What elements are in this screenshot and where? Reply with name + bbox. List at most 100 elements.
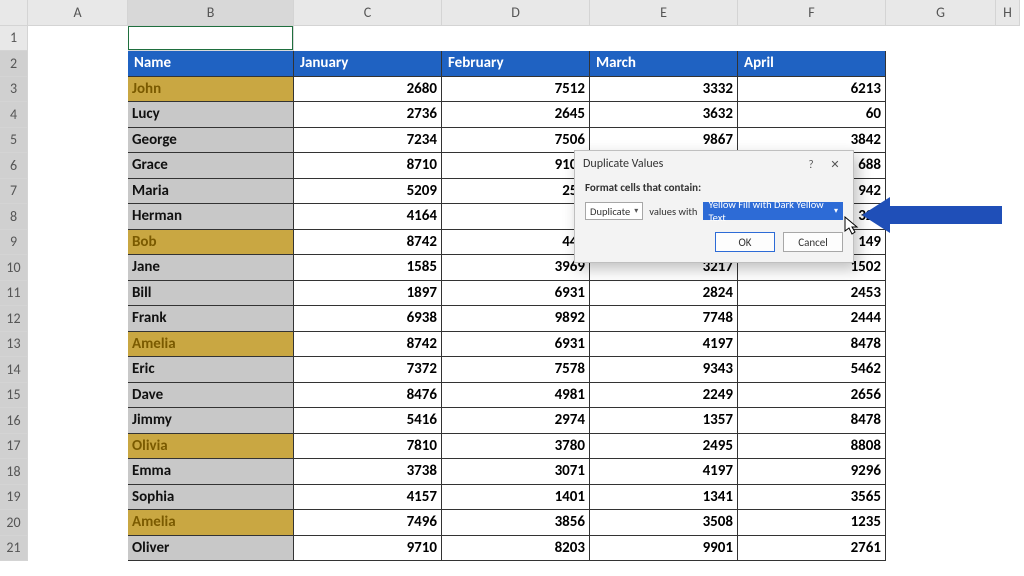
column-header-C[interactable]: C — [294, 0, 442, 26]
cell-B19[interactable]: Sophia — [128, 485, 294, 511]
cell-B18[interactable]: Emma — [128, 459, 294, 485]
cell-D10[interactable]: 3969 — [442, 255, 590, 281]
row-header-16[interactable]: 16 — [0, 408, 28, 434]
cell-H6[interactable] — [996, 153, 1020, 179]
cell-C7[interactable]: 5209 — [294, 179, 442, 205]
cell-A16[interactable] — [28, 408, 128, 434]
cell-H21[interactable] — [996, 536, 1020, 562]
cell-A15[interactable] — [28, 383, 128, 409]
cell-G15[interactable] — [886, 383, 996, 409]
table-header-march[interactable]: March — [590, 51, 738, 77]
cell-C14[interactable]: 7372 — [294, 357, 442, 383]
cell-A9[interactable] — [28, 230, 128, 256]
cell-E12[interactable]: 7748 — [590, 306, 738, 332]
cell-D5[interactable]: 7506 — [442, 128, 590, 154]
cell-A5[interactable] — [28, 128, 128, 154]
cell-B5[interactable]: George — [128, 128, 294, 154]
cell-A4[interactable] — [28, 102, 128, 128]
row-header-8[interactable]: 8 — [0, 204, 28, 230]
cell-G18[interactable] — [886, 459, 996, 485]
cell-F4[interactable]: 60 — [738, 102, 886, 128]
cell-D18[interactable]: 3071 — [442, 459, 590, 485]
column-header-G[interactable]: G — [886, 0, 996, 26]
cell-G8[interactable] — [886, 204, 996, 230]
help-icon[interactable]: ? — [799, 155, 823, 173]
cell-A1[interactable] — [28, 26, 128, 52]
cell-G5[interactable] — [886, 128, 996, 154]
cell-A3[interactable] — [28, 77, 128, 103]
cell-D11[interactable]: 6931 — [442, 281, 590, 307]
spreadsheet-grid[interactable]: ABCDEFGH12NameJanuaryFebruaryMarchApril3… — [0, 0, 1024, 561]
cell-B13[interactable]: Amelia — [128, 332, 294, 358]
row-header-6[interactable]: 6 — [0, 153, 28, 179]
row-header-11[interactable]: 11 — [0, 281, 28, 307]
cell-G21[interactable] — [886, 536, 996, 562]
row-header-15[interactable]: 15 — [0, 383, 28, 409]
cell-B11[interactable]: Bill — [128, 281, 294, 307]
cell-G4[interactable] — [886, 102, 996, 128]
cell-D6[interactable]: 9101 — [442, 153, 590, 179]
cell-B20[interactable]: Amelia — [128, 510, 294, 536]
cell-B7[interactable]: Maria — [128, 179, 294, 205]
cell-E20[interactable]: 3508 — [590, 510, 738, 536]
cell-C11[interactable]: 1897 — [294, 281, 442, 307]
cell-H13[interactable] — [996, 332, 1020, 358]
row-header-12[interactable]: 12 — [0, 306, 28, 332]
row-header-9[interactable]: 9 — [0, 230, 28, 256]
cell-H5[interactable] — [996, 128, 1020, 154]
row-header-2[interactable]: 2 — [0, 51, 28, 77]
cell-H2[interactable] — [996, 51, 1020, 77]
cell-B9[interactable]: Bob — [128, 230, 294, 256]
cell-H12[interactable] — [996, 306, 1020, 332]
cell-H8[interactable] — [996, 204, 1020, 230]
cell-E15[interactable]: 2249 — [590, 383, 738, 409]
cell-C17[interactable]: 7810 — [294, 434, 442, 460]
cell-A6[interactable] — [28, 153, 128, 179]
cell-D17[interactable]: 3780 — [442, 434, 590, 460]
dialog-titlebar[interactable]: Duplicate Values ? ✕ — [575, 151, 853, 177]
row-header-5[interactable]: 5 — [0, 128, 28, 154]
cell-G16[interactable] — [886, 408, 996, 434]
column-header-B[interactable]: B — [128, 0, 294, 26]
cell-D7[interactable]: 258 — [442, 179, 590, 205]
cell-G11[interactable] — [886, 281, 996, 307]
close-icon[interactable]: ✕ — [823, 155, 847, 173]
cell-G17[interactable] — [886, 434, 996, 460]
cell-H14[interactable] — [996, 357, 1020, 383]
cell-C10[interactable]: 1585 — [294, 255, 442, 281]
cell-G19[interactable] — [886, 485, 996, 511]
cell-C18[interactable]: 3738 — [294, 459, 442, 485]
cell-B1[interactable] — [128, 26, 294, 52]
cell-C19[interactable]: 4157 — [294, 485, 442, 511]
cell-C20[interactable]: 7496 — [294, 510, 442, 536]
cell-G2[interactable] — [886, 51, 996, 77]
select-all-corner[interactable] — [0, 0, 28, 26]
cell-C9[interactable]: 8742 — [294, 230, 442, 256]
column-header-D[interactable]: D — [442, 0, 590, 26]
cell-H11[interactable] — [996, 281, 1020, 307]
cell-H9[interactable] — [996, 230, 1020, 256]
cell-H17[interactable] — [996, 434, 1020, 460]
cell-E19[interactable]: 1341 — [590, 485, 738, 511]
cell-F11[interactable]: 2453 — [738, 281, 886, 307]
cell-E16[interactable]: 1357 — [590, 408, 738, 434]
cell-C6[interactable]: 8710 — [294, 153, 442, 179]
cell-D15[interactable]: 4981 — [442, 383, 590, 409]
cell-A7[interactable] — [28, 179, 128, 205]
table-header-january[interactable]: January — [294, 51, 442, 77]
cell-H18[interactable] — [996, 459, 1020, 485]
cell-E18[interactable]: 4197 — [590, 459, 738, 485]
row-header-10[interactable]: 10 — [0, 255, 28, 281]
cell-D12[interactable]: 9892 — [442, 306, 590, 332]
cell-F20[interactable]: 1235 — [738, 510, 886, 536]
cell-B8[interactable]: Herman — [128, 204, 294, 230]
cell-C21[interactable]: 9710 — [294, 536, 442, 562]
cell-E13[interactable]: 4197 — [590, 332, 738, 358]
cell-H19[interactable] — [996, 485, 1020, 511]
cell-C4[interactable]: 2736 — [294, 102, 442, 128]
cell-A21[interactable] — [28, 536, 128, 562]
cell-C15[interactable]: 8476 — [294, 383, 442, 409]
cell-A11[interactable] — [28, 281, 128, 307]
row-header-1[interactable]: 1 — [0, 26, 28, 52]
cell-H3[interactable] — [996, 77, 1020, 103]
